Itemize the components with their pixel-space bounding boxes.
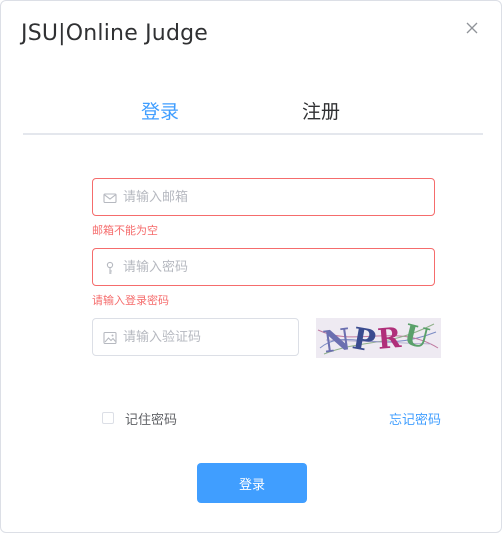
svg-text:R: R [376,321,403,356]
forgot-password-link[interactable]: 忘记密码 [389,409,441,428]
auth-tabs: 登录 注册 [23,95,483,135]
password-error: 请输入登录密码 [92,294,169,307]
svg-text:N: N [321,322,353,358]
svg-text:P: P [350,321,378,358]
login-button[interactable]: 登录 [197,463,307,503]
login-dialog: JSU|Online Judge 登录 注册 邮箱不能为空 请输入登录密码 [0,0,502,533]
tab-register[interactable]: 注册 [302,97,340,124]
password-field-wrapper [92,248,435,286]
captcha-field-wrapper [92,318,299,356]
email-field-wrapper [92,178,435,216]
key-icon [103,260,117,274]
captcha-image[interactable]: N P R U [316,318,441,361]
dialog-title: JSU|Online Judge [21,21,209,46]
mail-icon [103,190,117,204]
email-error: 邮箱不能为空 [92,224,158,237]
close-icon[interactable] [465,21,479,35]
svg-text:U: U [401,318,433,356]
captcha-input[interactable] [123,319,288,355]
remember-checkbox[interactable] [102,412,114,424]
tab-login[interactable]: 登录 [141,97,179,124]
password-input[interactable] [123,249,424,285]
remember-label: 记住密码 [125,412,178,428]
email-input[interactable] [123,179,424,215]
image-icon [103,330,117,345]
remember-password: 记住密码 [102,409,178,428]
